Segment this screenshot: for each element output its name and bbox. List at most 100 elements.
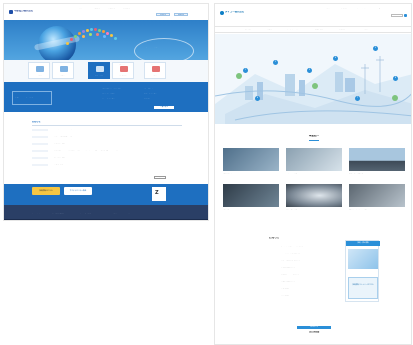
illustration-svg: [215, 56, 411, 124]
search-input[interactable]: [391, 14, 403, 17]
footer-link-2[interactable]: サイトのご利用について: [80, 213, 96, 215]
recruit-panel-image: [348, 249, 378, 269]
logo-text: ダイコー株式会社: [225, 11, 245, 14]
marker-bubble[interactable]: 8: [393, 76, 398, 81]
tile-1[interactable]: 事業紹介: [52, 62, 74, 79]
business-card-image: [349, 184, 405, 207]
footer-link-1[interactable]: 個人情報保護方針: [52, 213, 64, 215]
marker-bubble[interactable]: 1: [243, 68, 248, 73]
tile-0[interactable]: ご案内: [28, 62, 50, 79]
r-gnav-item-0[interactable]: 会社案内: [245, 29, 251, 32]
left-banner-strip: 採用情報はこちら サステナビリティ報告 Z: [4, 184, 208, 205]
gnav-item-3[interactable]: 採用情報: [123, 8, 135, 10]
news-item[interactable]: 2017.03.28 ニュースリリースを公開しました: [269, 253, 341, 256]
hero-caption: エネルギーと共に: [144, 47, 159, 48]
util-link-1[interactable]: 採用情報: [341, 8, 347, 10]
left-header: 中部電力株式会社 お知らせ 企業情報 事業案内 採用情報 お問合せ Englis…: [4, 4, 208, 20]
gnav-button-english[interactable]: English: [174, 13, 188, 16]
news-item[interactable]: 2017.01.15 年頭のご挨拶: [269, 288, 341, 291]
business-card[interactable]: 環境・再生可能事業: [349, 148, 405, 178]
recruit-side-panel: 採用・求人情報 採用情報 エントリーはこちら: [345, 240, 380, 302]
news-more-button[interactable]: 一覧へ: [154, 176, 166, 179]
business-card-image: [349, 148, 405, 171]
news-item[interactable]: 2017.03.01 採用情報を更新しました: [269, 267, 341, 270]
business-card[interactable]: 設計・施工事業: [286, 184, 342, 214]
blueband-link-0[interactable]: 電力安定供給への取り組み: [102, 88, 121, 90]
footer-bottom-strip: [4, 219, 208, 220]
marker-bubble[interactable]: 7: [355, 96, 360, 101]
blueband-more-button[interactable]: 一覧を見る: [154, 106, 174, 109]
business-heading-en: OUR BUSINESS: [308, 130, 320, 131]
r-gnav-item-4[interactable]: 採用情報: [339, 29, 345, 32]
news-subtitle: NEWS: [269, 241, 274, 242]
blueband-link-2[interactable]: 地域社会への貢献: [102, 93, 115, 95]
news-item[interactable]: 2017.03.15 平成28年度 決算を公開しました: [269, 260, 341, 263]
business-card-image: [223, 148, 279, 171]
news-item[interactable]: 2017.03.15 平成28年度の業績を公開しました: [32, 136, 182, 139]
util-link-3[interactable]: English: [377, 8, 382, 10]
left-blue-band: 新着ニュースのご案内 電力安定供給への取り組み 再生可能エネルギー 地域社会への…: [4, 82, 208, 112]
heading-underline: [309, 140, 319, 141]
news-item[interactable]: 2017.01.04 新年のご挨拶: [269, 295, 341, 298]
footer-link-3[interactable]: お問合せ: [112, 213, 118, 215]
marker-bubble[interactable]: 3: [307, 68, 312, 73]
left-logo[interactable]: 中部電力株式会社: [9, 9, 43, 14]
blueband-link-1[interactable]: 再生可能エネルギー: [144, 88, 158, 90]
blueband-link-5[interactable]: 技術開発: [144, 98, 150, 100]
marker-bubble[interactable]: 5: [373, 46, 378, 51]
products-section-heading: PRODUCTS 注目商品: [215, 324, 411, 344]
right-logo[interactable]: ダイコー株式会社: [220, 10, 256, 15]
business-card[interactable]: 海外事業: [223, 184, 279, 214]
recruit-entry-button[interactable]: 採用情報 エントリーはこちら: [348, 277, 378, 299]
news-item[interactable]: 2017.02.20 新規事業について、詳細情報を公開しました。これからも皆さま…: [32, 150, 182, 153]
marker-bubble[interactable]: 4: [333, 56, 338, 61]
news-item[interactable]: 2017.04.01 ホームページをリニューアルしました: [32, 129, 182, 132]
info-icon: [36, 66, 44, 72]
gnav-button-contact[interactable]: お問合せ: [156, 13, 170, 16]
r-gnav-item-3[interactable]: 投資家情報: [315, 29, 323, 32]
gnav-item-2[interactable]: 事業案内: [108, 8, 120, 10]
marker-bubble[interactable]: 2: [273, 60, 278, 65]
left-global-nav: お知らせ 企業情報 事業案内 採用情報 お問合せ English: [78, 8, 208, 18]
footer-link-0[interactable]: サイトマップ: [32, 213, 41, 215]
search-icon[interactable]: [404, 14, 407, 17]
util-link-0[interactable]: お問合せ: [325, 8, 331, 10]
business-section-heading: OUR BUSINESS 事業紹介: [215, 130, 411, 146]
news-item[interactable]: 2017.01.10 年頭のご挨拶: [32, 164, 182, 167]
tile-2-active[interactable]: 技術・研究: [88, 62, 110, 79]
products-heading-jp: 注目商品: [308, 331, 320, 333]
blueband-link-4[interactable]: 安全への取り組み: [102, 98, 115, 100]
blueband-feature-box[interactable]: 新着ニュースのご案内: [12, 91, 52, 105]
right-global-nav: 会社案内 事業紹介 サステナビリティ 投資家情報 採用情報 お問合せ: [215, 26, 411, 33]
news-item[interactable]: 2017.02.01 会社案内を更新しました: [32, 157, 182, 160]
business-card-image: [286, 148, 342, 171]
news-item[interactable]: 2017.02.20 技術開発について公開しました: [269, 274, 341, 277]
logo-mark-icon: [220, 10, 224, 15]
right-header: ダイコー株式会社 お問合せ 採用情報 サイトマップ English: [215, 4, 411, 26]
r-gnav-item-1[interactable]: 事業紹介: [267, 29, 273, 32]
news-item[interactable]: 2017.03.01 採用情報を更新しました: [32, 143, 182, 146]
marker-bubble[interactable]: 6: [255, 96, 260, 101]
news-item[interactable]: 2017.02.01 会社案内を更新しました: [269, 281, 341, 284]
banner-sustainability[interactable]: サステナビリティ報告: [64, 187, 92, 195]
gnav-item-0[interactable]: お知らせ: [78, 8, 90, 10]
logo-mark-icon: [9, 9, 13, 14]
r-gnav-item-5[interactable]: お問合せ: [363, 29, 369, 32]
util-link-2[interactable]: サイトマップ: [357, 8, 366, 10]
footer-link-4[interactable]: アクセス: [128, 213, 134, 215]
news-title: お知らせ: [32, 121, 41, 123]
business-card[interactable]: エネルギー事業: [286, 148, 342, 178]
business-heading-jp: 事業紹介: [308, 135, 320, 137]
r-gnav-item-2[interactable]: サステナビリティ: [287, 29, 300, 32]
news-title: お知らせ: [269, 237, 280, 239]
business-card[interactable]: 電力設備工事: [223, 148, 279, 178]
products-heading-en: PRODUCTS: [297, 326, 331, 329]
business-card[interactable]: 建設コンサルタント事業: [349, 184, 405, 214]
left-quick-tiles: ご案内 事業紹介 技術・研究 採用情報 お問合せ 企業広告 お客さまへ: [4, 60, 208, 82]
news-item[interactable]: 2017.04.01 ホームページをリニューアルしました: [269, 246, 341, 249]
tile-red-label-1: お客さまへ: [149, 64, 159, 65]
blueband-link-3[interactable]: 環境への取り組み: [144, 93, 157, 95]
right-news-section: お知らせ NEWS 2017.04.01 ホームページをリニューアルしました 2…: [215, 232, 411, 318]
gnav-item-1[interactable]: 企業情報: [93, 8, 105, 10]
banner-recruit[interactable]: 採用情報はこちら: [32, 187, 60, 195]
